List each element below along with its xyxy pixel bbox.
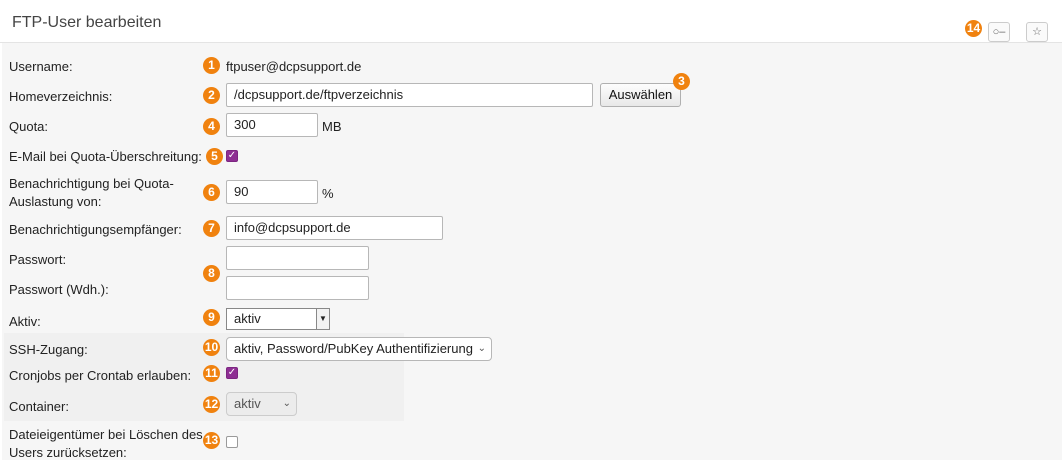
select-directory-button[interactable]: Auswählen bbox=[600, 83, 681, 107]
reset-owner-label: Dateieigentümer bei Löschen des Users zu… bbox=[9, 426, 203, 462]
container-select-value: aktiv bbox=[234, 396, 261, 411]
password-repeat-input[interactable] bbox=[226, 276, 369, 300]
annotation-badge-3: 3 bbox=[673, 73, 690, 90]
reset-owner-label-line1: Dateieigentümer bei Löschen des bbox=[9, 427, 203, 442]
notify-threshold-label: Benachrichtigung bei Quota- Auslastung v… bbox=[9, 175, 174, 211]
quota-unit: MB bbox=[322, 119, 342, 134]
annotation-badge-13: 13 bbox=[203, 432, 220, 449]
ssh-select-value: aktiv, Password/PubKey Authentifizierung bbox=[234, 341, 473, 356]
annotation-badge-10: 10 bbox=[203, 339, 220, 356]
notify-threshold-unit: % bbox=[322, 186, 334, 201]
annotation-badge-6: 6 bbox=[203, 184, 220, 201]
container-select[interactable]: aktiv ⌄ bbox=[226, 392, 297, 416]
username-value: ftpuser@dcpsupport.de bbox=[226, 59, 362, 74]
annotation-badge-7: 7 bbox=[203, 220, 220, 237]
page-header: FTP-User bearbeiten 14 ○– ☆ bbox=[0, 0, 1062, 43]
notify-recipient-label: Benachrichtigungsempfänger: bbox=[9, 222, 182, 237]
favorite-button[interactable]: ☆ bbox=[1026, 22, 1048, 42]
notify-threshold-label-line1: Benachrichtigung bei Quota- bbox=[9, 176, 174, 191]
home-directory-label: Homeverzeichnis: bbox=[9, 89, 113, 104]
password-input[interactable] bbox=[226, 246, 369, 270]
cron-label: Cronjobs per Crontab erlauben: bbox=[9, 368, 192, 383]
star-icon: ☆ bbox=[1032, 26, 1042, 38]
username-label: Username: bbox=[9, 59, 73, 74]
chevron-down-icon: ▼ bbox=[316, 309, 329, 329]
reset-owner-label-line2: Users zurücksetzen: bbox=[9, 445, 127, 460]
ssh-select[interactable]: aktiv, Password/PubKey Authentifizierung… bbox=[226, 337, 492, 361]
quota-input[interactable]: 300 bbox=[226, 113, 318, 137]
annotation-badge-14: 14 bbox=[965, 20, 982, 37]
quota-label: Quota: bbox=[9, 119, 49, 134]
password-repeat-label: Passwort (Wdh.): bbox=[9, 282, 109, 297]
annotation-badge-8: 8 bbox=[203, 265, 220, 282]
key-button[interactable]: ○– bbox=[988, 22, 1010, 42]
quota-mail-checkbox[interactable]: ✓ bbox=[226, 150, 238, 162]
chevron-down-icon: ⌄ bbox=[477, 343, 486, 354]
annotation-badge-9: 9 bbox=[203, 309, 220, 326]
home-directory-input[interactable]: /dcpsupport.de/ftpverzeichnis bbox=[226, 83, 593, 107]
password-label: Passwort: bbox=[9, 252, 67, 267]
active-select[interactable]: aktiv ▼ bbox=[226, 308, 330, 330]
quota-mail-label: E-Mail bei Quota-Überschreitung: bbox=[9, 149, 202, 164]
annotation-badge-11: 11 bbox=[203, 365, 220, 382]
annotation-badge-4: 4 bbox=[203, 118, 220, 135]
chevron-down-icon: ⌄ bbox=[282, 398, 291, 409]
active-select-value: aktiv bbox=[234, 311, 261, 326]
notify-recipient-input[interactable]: info@dcpsupport.de bbox=[226, 216, 443, 240]
annotation-badge-5: 5 bbox=[206, 148, 223, 165]
annotation-badge-12: 12 bbox=[203, 396, 220, 413]
cron-checkbox[interactable]: ✓ bbox=[226, 367, 238, 379]
active-label: Aktiv: bbox=[9, 314, 41, 329]
annotation-badge-1: 1 bbox=[203, 57, 220, 74]
notify-threshold-input[interactable]: 90 bbox=[226, 180, 318, 204]
annotation-badge-2: 2 bbox=[203, 87, 220, 104]
container-label: Container: bbox=[9, 399, 69, 414]
notify-threshold-label-line2: Auslastung von: bbox=[9, 194, 102, 209]
key-icon: ○– bbox=[992, 26, 1006, 38]
reset-owner-checkbox[interactable] bbox=[226, 436, 238, 448]
ssh-label: SSH-Zugang: bbox=[9, 342, 88, 357]
ftp-user-form: Username: 1 ftpuser@dcpsupport.de Homeve… bbox=[2, 43, 1062, 460]
page-title: FTP-User bearbeiten bbox=[12, 14, 162, 31]
